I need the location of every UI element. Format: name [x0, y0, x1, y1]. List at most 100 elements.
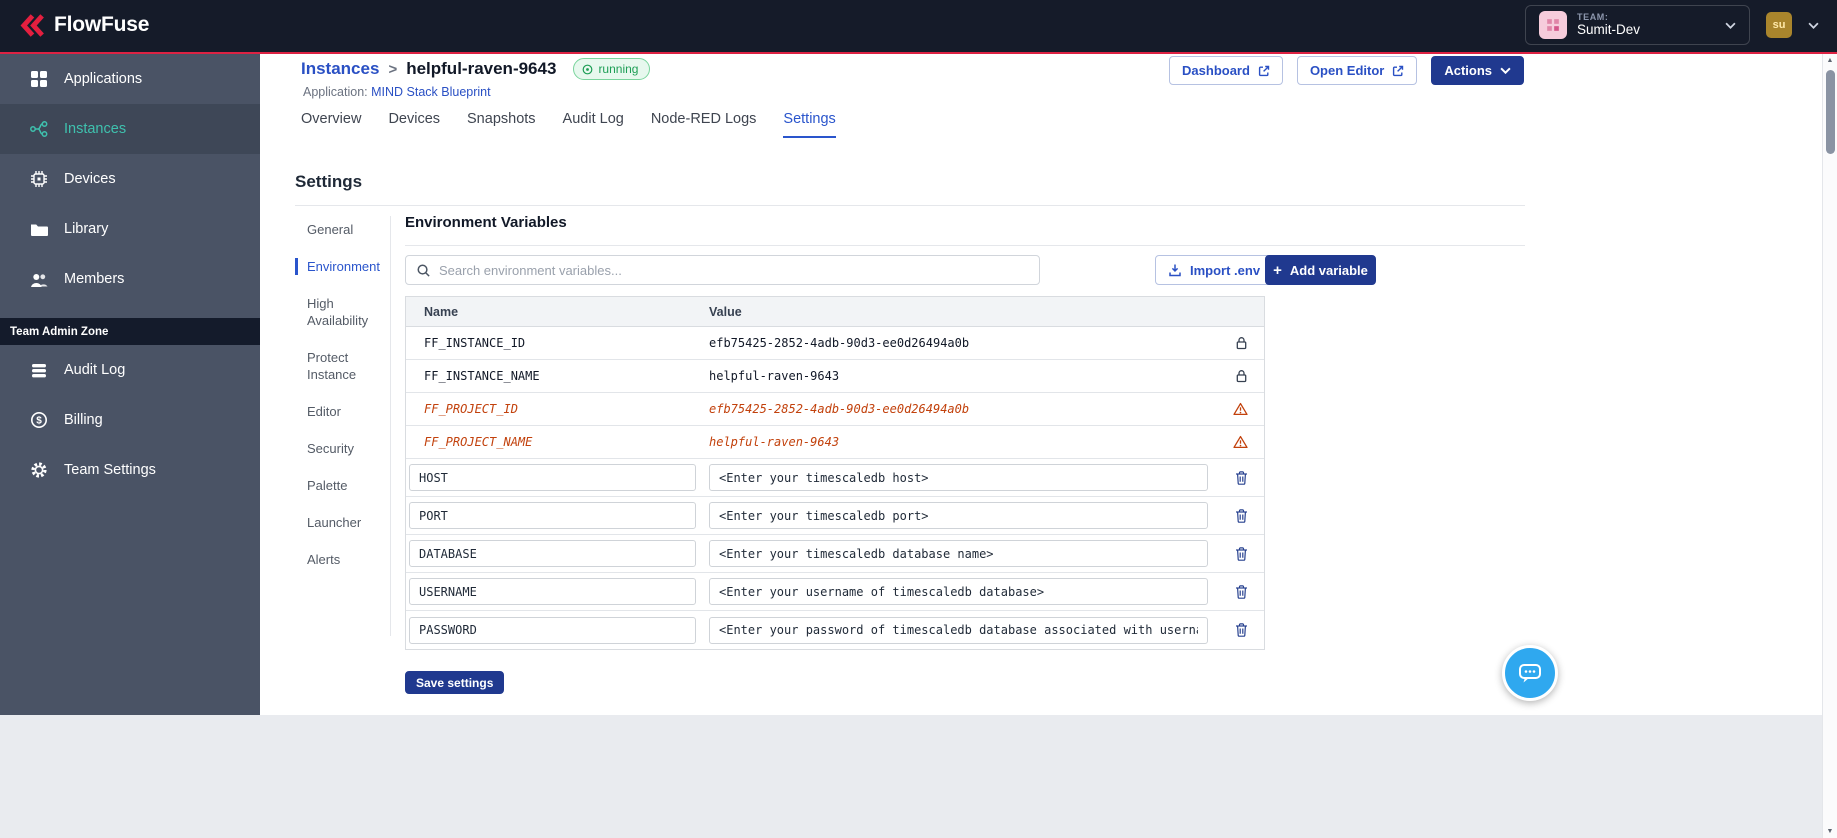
sidebar-item-instances[interactable]: Instances	[0, 104, 260, 154]
team-info: TEAM: Sumit-Dev	[1539, 11, 1640, 39]
warning-icon	[1233, 435, 1248, 449]
open-editor-button-label: Open Editor	[1309, 63, 1385, 78]
sidebar-item-audit-log[interactable]: Audit Log	[0, 345, 260, 395]
flowfuse-logo[interactable]: FlowFuse	[18, 12, 149, 39]
env-name-input[interactable]	[409, 540, 696, 567]
subnav-alerts[interactable]: Alerts	[295, 551, 387, 568]
tab-settings[interactable]: Settings	[783, 111, 836, 138]
sidebar-item-devices[interactable]: Devices	[0, 154, 260, 204]
import-env-label: Import .env	[1190, 262, 1261, 278]
env-name: FF_PROJECT_NAME	[424, 435, 533, 449]
trash-icon[interactable]	[1235, 508, 1248, 523]
breadcrumb-separator: >	[388, 60, 398, 78]
section-title: Environment Variables	[405, 214, 567, 231]
env-name-input[interactable]	[409, 616, 696, 644]
subnav-editor[interactable]: Editor	[295, 403, 387, 420]
chat-widget-button[interactable]	[1502, 645, 1558, 701]
column-header-value: Value	[709, 304, 742, 319]
dashboard-button[interactable]: Dashboard	[1169, 56, 1283, 85]
logo-text: FlowFuse	[54, 13, 150, 36]
trash-icon[interactable]	[1235, 623, 1248, 638]
user-menu-chevron-down-icon[interactable]	[1808, 22, 1819, 29]
env-value-input[interactable]	[709, 502, 1208, 529]
external-link-icon	[1392, 65, 1404, 77]
tab-overview[interactable]: Overview	[301, 111, 361, 138]
env-name-input[interactable]	[409, 502, 696, 529]
status-badge: running	[573, 58, 651, 80]
table-row	[406, 497, 1264, 535]
sidebar-item-label: Library	[64, 221, 109, 237]
subnav-security[interactable]: Security	[295, 440, 387, 457]
env-value-input[interactable]	[709, 540, 1208, 567]
scroll-down-arrow[interactable]: ▼	[1823, 825, 1837, 838]
sidebar-item-label: Instances	[64, 121, 127, 137]
user-avatar[interactable]: su	[1766, 12, 1792, 38]
env-value: efb75425-2852-4adb-90d3-ee0d26494a0b	[709, 402, 970, 416]
env-value-input[interactable]	[709, 616, 1208, 644]
running-dot-icon	[582, 64, 593, 75]
env-name-input[interactable]	[409, 464, 696, 491]
scrollbar[interactable]: ▲ ▼	[1822, 54, 1837, 838]
audit-log-icon	[30, 362, 48, 379]
import-env-button[interactable]: Import .env	[1155, 255, 1274, 285]
sidebar-item-library[interactable]: Library	[0, 204, 260, 254]
env-value-input[interactable]	[709, 578, 1208, 605]
tab-snapshots[interactable]: Snapshots	[467, 111, 536, 138]
tab-node-red-logs[interactable]: Node-RED Logs	[651, 111, 757, 138]
env-toolbar: Import .env + Add variable	[405, 255, 1525, 285]
team-selector[interactable]: TEAM: Sumit-Dev	[1525, 5, 1750, 45]
sidebar-item-label: Members	[64, 271, 125, 287]
tab-audit-log[interactable]: Audit Log	[563, 111, 624, 138]
search-input[interactable]	[439, 262, 1029, 278]
subnav-environment[interactable]: Environment	[295, 258, 387, 275]
main-content: Instances > helpful-raven-9643 running A…	[260, 54, 1822, 715]
sidebar-item-label: Team Settings	[64, 462, 156, 478]
subnav-general[interactable]: General	[295, 221, 387, 238]
import-icon	[1168, 263, 1182, 277]
save-settings-button[interactable]: Save settings	[405, 671, 505, 694]
application-link[interactable]: MIND Stack Blueprint	[371, 85, 490, 99]
billing-icon: $	[30, 411, 48, 429]
application-line: Application: MIND Stack Blueprint	[303, 85, 491, 99]
sidebar: Applications Instances Devices Library M…	[0, 54, 260, 715]
page-title: Settings	[295, 172, 363, 191]
sidebar-item-label: Devices	[64, 171, 116, 187]
scrollbar-thumb[interactable]	[1826, 70, 1835, 154]
top-bar: FlowFuse TEAM: Sumit-Dev su	[0, 0, 1837, 54]
trash-icon[interactable]	[1235, 584, 1248, 599]
sidebar-item-billing[interactable]: $ Billing	[0, 395, 260, 445]
divider	[390, 216, 391, 636]
sidebar-item-team-settings[interactable]: Team Settings	[0, 445, 260, 495]
subnav-palette[interactable]: Palette	[295, 477, 387, 494]
settings-subnav: General Environment High Availability Pr…	[295, 221, 387, 588]
env-value-input[interactable]	[709, 464, 1208, 491]
env-value: helpful-raven-9643	[709, 369, 840, 383]
table-row: FF_INSTANCE_NAME helpful-raven-9643	[406, 360, 1264, 393]
breadcrumb-instances-link[interactable]: Instances	[301, 59, 379, 79]
trash-icon[interactable]	[1235, 470, 1248, 485]
tab-devices[interactable]: Devices	[388, 111, 440, 138]
topbar-right: TEAM: Sumit-Dev su	[1525, 5, 1819, 45]
sidebar-item-members[interactable]: Members	[0, 254, 260, 304]
table-row	[406, 573, 1264, 611]
team-avatar	[1539, 11, 1567, 39]
env-name-input[interactable]	[409, 578, 696, 605]
add-variable-button[interactable]: + Add variable	[1265, 255, 1376, 285]
trash-icon[interactable]	[1235, 546, 1248, 561]
plus-icon: +	[1273, 261, 1282, 279]
column-header-name: Name	[424, 304, 459, 319]
status-text: running	[598, 62, 639, 76]
scroll-up-arrow[interactable]: ▲	[1823, 54, 1837, 67]
env-value: helpful-raven-9643	[709, 435, 840, 449]
instance-tabs: Overview Devices Snapshots Audit Log Nod…	[301, 111, 836, 138]
sidebar-item-applications[interactable]: Applications	[0, 54, 260, 104]
team-label: TEAM:	[1577, 12, 1609, 23]
subnav-high-availability[interactable]: High Availability	[295, 295, 387, 329]
flowfuse-logo-icon	[18, 12, 45, 39]
subnav-launcher[interactable]: Launcher	[295, 514, 387, 531]
open-editor-button[interactable]: Open Editor	[1296, 56, 1418, 85]
table-row: FF_PROJECT_NAME helpful-raven-9643	[406, 426, 1264, 459]
actions-button[interactable]: Actions	[1431, 56, 1524, 85]
search-box	[405, 255, 1040, 285]
subnav-protect-instance[interactable]: Protect Instance	[295, 349, 387, 383]
